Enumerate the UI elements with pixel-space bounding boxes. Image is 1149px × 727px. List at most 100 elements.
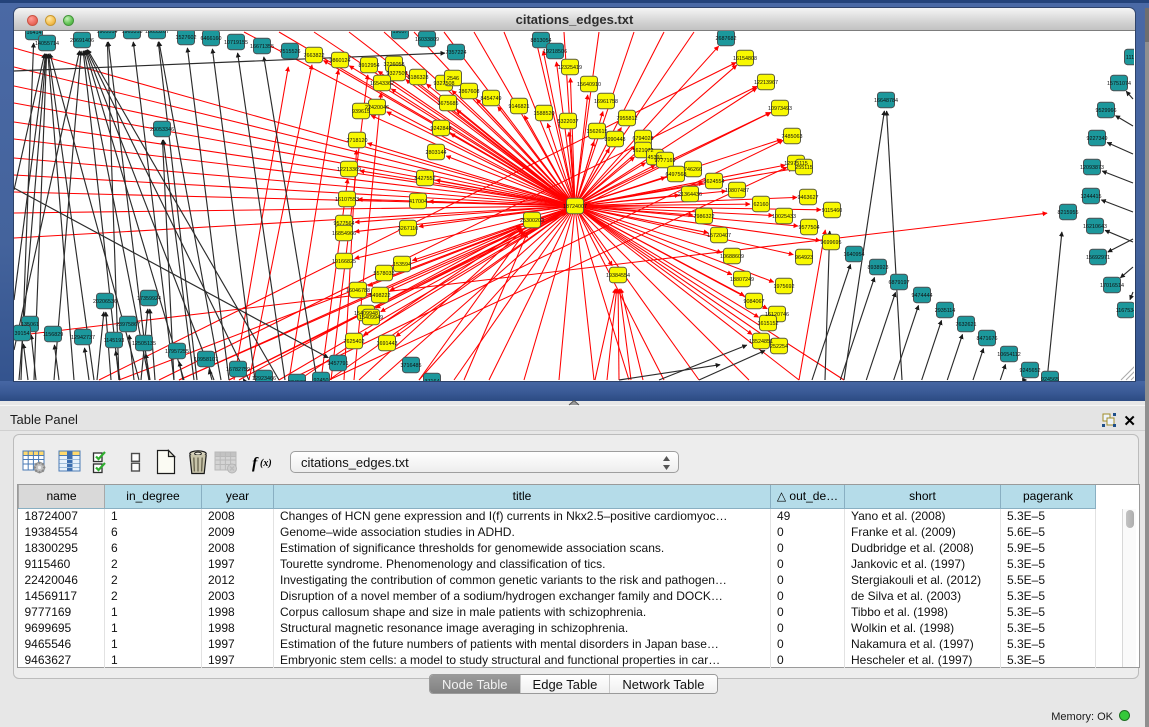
svg-text:8186328: 8186328 <box>408 75 429 81</box>
svg-text:10973493: 10973493 <box>768 106 792 112</box>
svg-text:10653267: 10653267 <box>145 31 169 35</box>
svg-text:62160: 62160 <box>754 202 769 208</box>
svg-text:7632621: 7632621 <box>956 322 977 328</box>
svg-text:3267110: 3267110 <box>398 226 419 232</box>
svg-text:14055714: 14055714 <box>35 41 59 47</box>
svg-text:39154: 39154 <box>15 331 30 337</box>
svg-text:7485063: 7485063 <box>782 134 803 140</box>
svg-text:16120746: 16120746 <box>765 312 789 318</box>
svg-text:9577564: 9577564 <box>334 221 355 227</box>
svg-text:6466160: 6466160 <box>201 36 222 42</box>
svg-text:9115460: 9115460 <box>822 208 843 214</box>
svg-text:9242848: 9242848 <box>431 126 452 132</box>
svg-text:16046788: 16046788 <box>346 288 370 294</box>
svg-text:9457791: 9457791 <box>328 361 349 367</box>
svg-text:964923: 964923 <box>795 255 813 261</box>
svg-text:1965318: 1965318 <box>122 31 143 35</box>
svg-text:9699695: 9699695 <box>821 240 842 246</box>
svg-text:8813054: 8813054 <box>531 38 552 44</box>
svg-text:2803144: 2803144 <box>426 150 447 156</box>
svg-text:f: f <box>252 455 259 472</box>
svg-text:10807487: 10807487 <box>725 188 749 194</box>
svg-text:20053346: 20053346 <box>150 127 174 133</box>
svg-text:5322037: 5322037 <box>558 119 579 125</box>
svg-text:17957255: 17957255 <box>165 349 189 355</box>
svg-text:15640910: 15640910 <box>577 82 601 88</box>
svg-text:939615: 939615 <box>352 109 370 115</box>
svg-text:20206536: 20206536 <box>93 299 117 305</box>
svg-text:12923466: 12923466 <box>252 376 276 381</box>
svg-text:23975867: 23975867 <box>116 322 140 328</box>
svg-text:8454749: 8454749 <box>481 96 502 102</box>
svg-text:25300203: 25300203 <box>520 218 544 224</box>
svg-text:1905514: 1905514 <box>97 31 118 35</box>
svg-text:1621072: 1621072 <box>633 148 654 154</box>
svg-text:252254: 252254 <box>770 344 788 350</box>
svg-text:15751074: 15751074 <box>1107 81 1131 87</box>
svg-text:1527602: 1527602 <box>176 35 197 41</box>
svg-text:9084067: 9084067 <box>744 299 765 305</box>
svg-text:9777169: 9777169 <box>655 158 676 164</box>
svg-text:16107553: 16107553 <box>335 197 359 203</box>
svg-text:12093873: 12093873 <box>1080 165 1104 171</box>
svg-text:1244415: 1244415 <box>1081 194 1102 200</box>
svg-text:7515526: 7515526 <box>280 49 301 55</box>
svg-text:18724007: 18724007 <box>563 204 587 210</box>
svg-text:1615152: 1615152 <box>758 321 779 327</box>
svg-text:1975692: 1975692 <box>774 284 795 290</box>
svg-text:8215955: 8215955 <box>1058 210 1079 216</box>
svg-text:2867608: 2867608 <box>459 89 480 95</box>
svg-text:1691443: 1691443 <box>377 341 398 347</box>
svg-text:924565: 924565 <box>1041 377 1059 381</box>
svg-text:19166825: 19166825 <box>332 259 356 265</box>
svg-text:16961758: 16961758 <box>594 99 618 105</box>
svg-text:20691406: 20691406 <box>70 38 94 44</box>
svg-text:19384554: 19384554 <box>606 273 630 279</box>
svg-text:8938923: 8938923 <box>868 265 889 271</box>
svg-text:2687682: 2687682 <box>716 36 737 42</box>
svg-text:7986322: 7986322 <box>694 214 715 220</box>
svg-text:7625402: 7625402 <box>344 339 365 345</box>
svg-text:2935114: 2935114 <box>935 308 956 314</box>
svg-text:153594: 153594 <box>393 262 411 268</box>
svg-text:11121: 11121 <box>1126 55 1134 61</box>
svg-text:16648784: 16648784 <box>874 98 898 104</box>
svg-text:9474444: 9474444 <box>912 293 933 299</box>
svg-text:746266: 746266 <box>684 167 702 173</box>
svg-text:12213967: 12213967 <box>754 80 778 86</box>
svg-text:5498222: 5498222 <box>370 293 391 299</box>
svg-text:135061: 135061 <box>21 322 39 328</box>
svg-text:1562615: 1562615 <box>587 129 608 135</box>
svg-text:6794028: 6794028 <box>633 136 654 142</box>
svg-text:16414: 16414 <box>27 31 42 36</box>
svg-text:19218506: 19218506 <box>543 49 567 55</box>
svg-text:6497568: 6497568 <box>666 172 687 178</box>
svg-text:6879197: 6879197 <box>889 280 910 286</box>
svg-text:3716485: 3716485 <box>401 363 422 369</box>
svg-text:16033809: 16033809 <box>415 37 439 43</box>
svg-text:10654112: 10654112 <box>997 352 1021 358</box>
svg-text:15692971: 15692971 <box>1086 255 1110 261</box>
svg-text:10719155: 10719155 <box>224 40 248 46</box>
svg-text:15720407: 15720407 <box>707 233 731 239</box>
svg-text:9577504: 9577504 <box>799 225 820 231</box>
svg-text:16154808: 16154808 <box>733 56 757 62</box>
svg-text:2718120: 2718120 <box>347 138 368 144</box>
svg-text:16671355: 16671355 <box>250 44 274 50</box>
svg-text:1145193: 1145193 <box>104 338 125 344</box>
svg-text:15409949: 15409949 <box>359 315 383 321</box>
svg-text:16854966: 16854966 <box>332 231 356 237</box>
svg-text:12213369: 12213369 <box>337 167 361 173</box>
svg-text:8912954: 8912954 <box>359 63 380 69</box>
svg-text:10688609: 10688609 <box>720 254 744 260</box>
svg-text:10025433: 10025433 <box>772 214 796 220</box>
svg-text:12505135: 12505135 <box>132 341 156 347</box>
svg-text:16543362: 16543362 <box>370 81 394 87</box>
svg-text:3624554: 3624554 <box>704 179 725 185</box>
svg-text:3226058: 3226058 <box>384 62 405 68</box>
svg-text:9327509: 9327509 <box>387 71 408 77</box>
svg-text:18807249: 18807249 <box>730 277 754 283</box>
svg-text:16782759: 16782759 <box>226 367 250 373</box>
svg-text:21364436: 21364436 <box>678 192 702 198</box>
svg-text:(x): (x) <box>260 458 272 469</box>
